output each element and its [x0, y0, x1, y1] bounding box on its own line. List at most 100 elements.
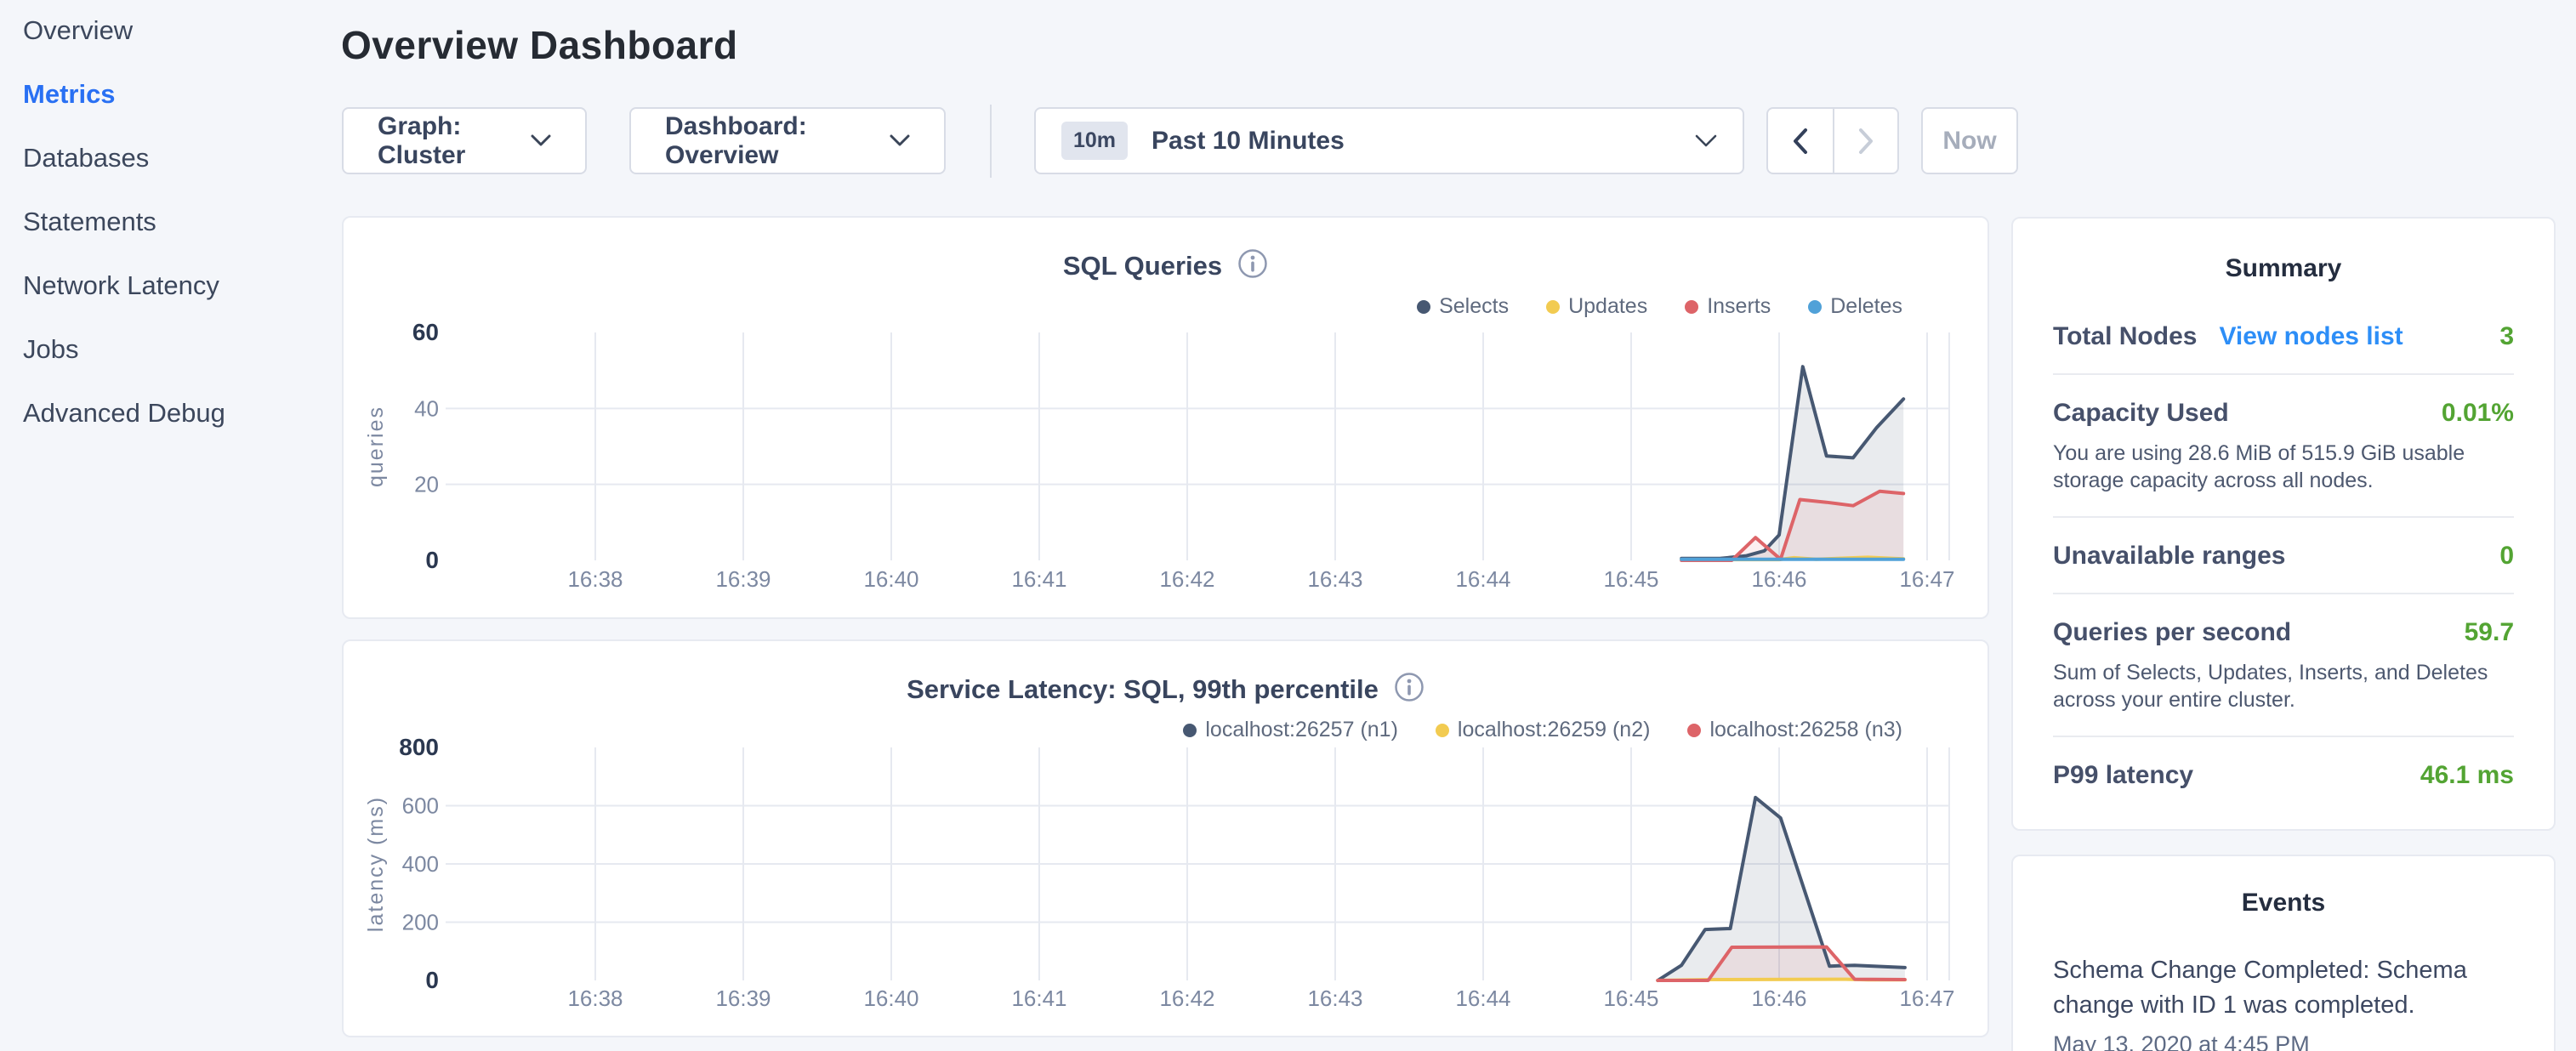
- summary-panel: Summary Total Nodes View nodes list 3 Capac…: [2011, 217, 2556, 831]
- summary-value: 46.1 ms: [2420, 761, 2514, 790]
- dashboard-dropdown[interactable]: Dashboard: Overview: [629, 107, 946, 174]
- summary-label: Unavailable ranges: [2053, 542, 2285, 571]
- sidebar-item-databases[interactable]: Databases: [23, 145, 340, 171]
- legend-item: Selects: [1417, 294, 1509, 319]
- legend-dot-icon: [1546, 300, 1560, 314]
- service-latency-panel: Service Latency: SQL, 99th percentile lo…: [342, 639, 1989, 1037]
- svg-text:16:43: 16:43: [1307, 986, 1362, 1011]
- summary-value: 59.7: [2465, 618, 2514, 647]
- svg-text:200: 200: [402, 910, 439, 935]
- svg-text:0: 0: [425, 967, 439, 993]
- chevron-left-icon: [1792, 128, 1809, 155]
- svg-text:20: 20: [414, 472, 439, 497]
- time-step-buttons: [1766, 107, 1899, 174]
- svg-text:600: 600: [402, 793, 439, 819]
- svg-text:0: 0: [425, 547, 439, 573]
- svg-text:16:40: 16:40: [863, 986, 918, 1011]
- legend-label: localhost:26258 (n3): [1709, 718, 1902, 742]
- summary-description: Sum of Selects, Updates, Inserts, and De…: [2053, 659, 2514, 713]
- toolbar: Graph: Cluster Dashboard: Overview 10m P…: [342, 107, 2018, 174]
- time-range-badge: 10m: [1061, 122, 1128, 160]
- chart-legend: Selects Updates Inserts Deletes: [1417, 294, 1902, 319]
- legend-dot-icon: [1808, 300, 1822, 314]
- sidebar-item-metrics[interactable]: Metrics: [23, 81, 340, 107]
- chevron-down-icon: [1695, 134, 1717, 148]
- sidebar-item-jobs[interactable]: Jobs: [23, 336, 340, 362]
- legend-label: Inserts: [1707, 294, 1771, 319]
- chevron-down-icon: [531, 134, 551, 147]
- svg-text:40: 40: [414, 395, 439, 421]
- summary-row: P99 latency 46.1 ms: [2053, 736, 2514, 812]
- summary-value: 3: [2499, 322, 2514, 351]
- summary-description: You are using 28.6 MiB of 515.9 GiB usab…: [2053, 440, 2514, 494]
- svg-text:16:45: 16:45: [1603, 986, 1658, 1011]
- chart-legend: localhost:26257 (n1) localhost:26259 (n2)…: [1183, 718, 1902, 742]
- legend-item: localhost:26259 (n2): [1436, 718, 1651, 742]
- svg-text:16:40: 16:40: [863, 566, 918, 592]
- legend-label: Updates: [1568, 294, 1647, 319]
- summary-row: Unavailable ranges 0: [2053, 516, 2514, 593]
- svg-text:16:46: 16:46: [1751, 986, 1806, 1011]
- graph-dropdown[interactable]: Graph: Cluster: [342, 107, 587, 174]
- svg-text:16:39: 16:39: [715, 986, 771, 1011]
- time-range-dropdown[interactable]: 10m Past 10 Minutes: [1034, 107, 1744, 174]
- legend-dot-icon: [1183, 724, 1197, 737]
- chart-title: Service Latency: SQL, 99th percentile: [907, 674, 1379, 705]
- legend-dot-icon: [1436, 724, 1449, 737]
- event-timestamp: May 13, 2020 at 4:45 PM: [2053, 1031, 2514, 1051]
- legend-label: localhost:26259 (n2): [1458, 718, 1651, 742]
- legend-item: localhost:26257 (n1): [1183, 718, 1398, 742]
- next-time-button[interactable]: [1833, 109, 1897, 173]
- time-range-label: Past 10 Minutes: [1152, 127, 1345, 156]
- sidebar-item-advanced-debug[interactable]: Advanced Debug: [23, 400, 340, 426]
- svg-text:16:44: 16:44: [1455, 566, 1510, 592]
- svg-text:400: 400: [402, 851, 439, 877]
- summary-label: P99 latency: [2053, 761, 2193, 790]
- svg-text:16:41: 16:41: [1011, 566, 1066, 592]
- summary-heading: Summary: [2053, 254, 2514, 283]
- legend-item: Inserts: [1685, 294, 1771, 319]
- legend-label: Selects: [1439, 294, 1509, 319]
- toolbar-divider: [990, 105, 992, 178]
- summary-label: Total Nodes: [2053, 322, 2197, 351]
- info-icon[interactable]: [1237, 248, 1268, 283]
- sql-queries-panel: SQL Queries Selects Updates Inserts Deletes…: [342, 216, 1989, 619]
- dashboard-dropdown-label: Dashboard: Overview: [665, 112, 871, 170]
- svg-text:16:43: 16:43: [1307, 566, 1362, 592]
- svg-text:16:47: 16:47: [1899, 986, 1954, 1011]
- info-icon[interactable]: [1394, 672, 1424, 707]
- now-button[interactable]: Now: [1921, 107, 2018, 174]
- legend-dot-icon: [1417, 300, 1430, 314]
- graph-dropdown-label: Graph: Cluster: [378, 112, 512, 170]
- svg-text:16:45: 16:45: [1603, 566, 1658, 592]
- chevron-down-icon: [890, 134, 910, 147]
- svg-text:16:42: 16:42: [1159, 986, 1214, 1011]
- svg-text:16:39: 16:39: [715, 566, 771, 592]
- event-item: Schema Change Completed: Schema change w…: [2053, 953, 2514, 1051]
- summary-value: 0: [2499, 542, 2514, 571]
- svg-text:16:38: 16:38: [567, 566, 623, 592]
- sidebar-item-statements[interactable]: Statements: [23, 208, 340, 235]
- svg-text:60: 60: [412, 319, 439, 345]
- svg-text:16:38: 16:38: [567, 986, 623, 1011]
- svg-text:latency (ms): latency (ms): [364, 796, 388, 932]
- svg-text:queries: queries: [364, 406, 388, 487]
- prev-time-button[interactable]: [1768, 109, 1833, 173]
- summary-value: 0.01%: [2442, 399, 2514, 428]
- chart-title: SQL Queries: [1063, 251, 1222, 281]
- view-nodes-list-link[interactable]: View nodes list: [2219, 322, 2403, 351]
- summary-row: Queries per second59.7Sum of Selects, Up…: [2053, 593, 2514, 736]
- svg-text:16:42: 16:42: [1159, 566, 1214, 592]
- sidebar: Overview Metrics Databases Statements Networ…: [0, 0, 340, 1051]
- svg-text:800: 800: [399, 734, 439, 760]
- legend-item: Deletes: [1808, 294, 1902, 319]
- legend-label: localhost:26257 (n1): [1205, 718, 1398, 742]
- chevron-right-icon: [1857, 128, 1874, 155]
- svg-text:16:47: 16:47: [1899, 566, 1954, 592]
- svg-text:16:46: 16:46: [1751, 566, 1806, 592]
- summary-row: Capacity Used0.01%You are using 28.6 MiB…: [2053, 373, 2514, 516]
- legend-dot-icon: [1685, 300, 1698, 314]
- sidebar-item-overview[interactable]: Overview: [23, 17, 340, 43]
- sidebar-item-network-latency[interactable]: Network Latency: [23, 272, 340, 298]
- svg-text:16:44: 16:44: [1455, 986, 1510, 1011]
